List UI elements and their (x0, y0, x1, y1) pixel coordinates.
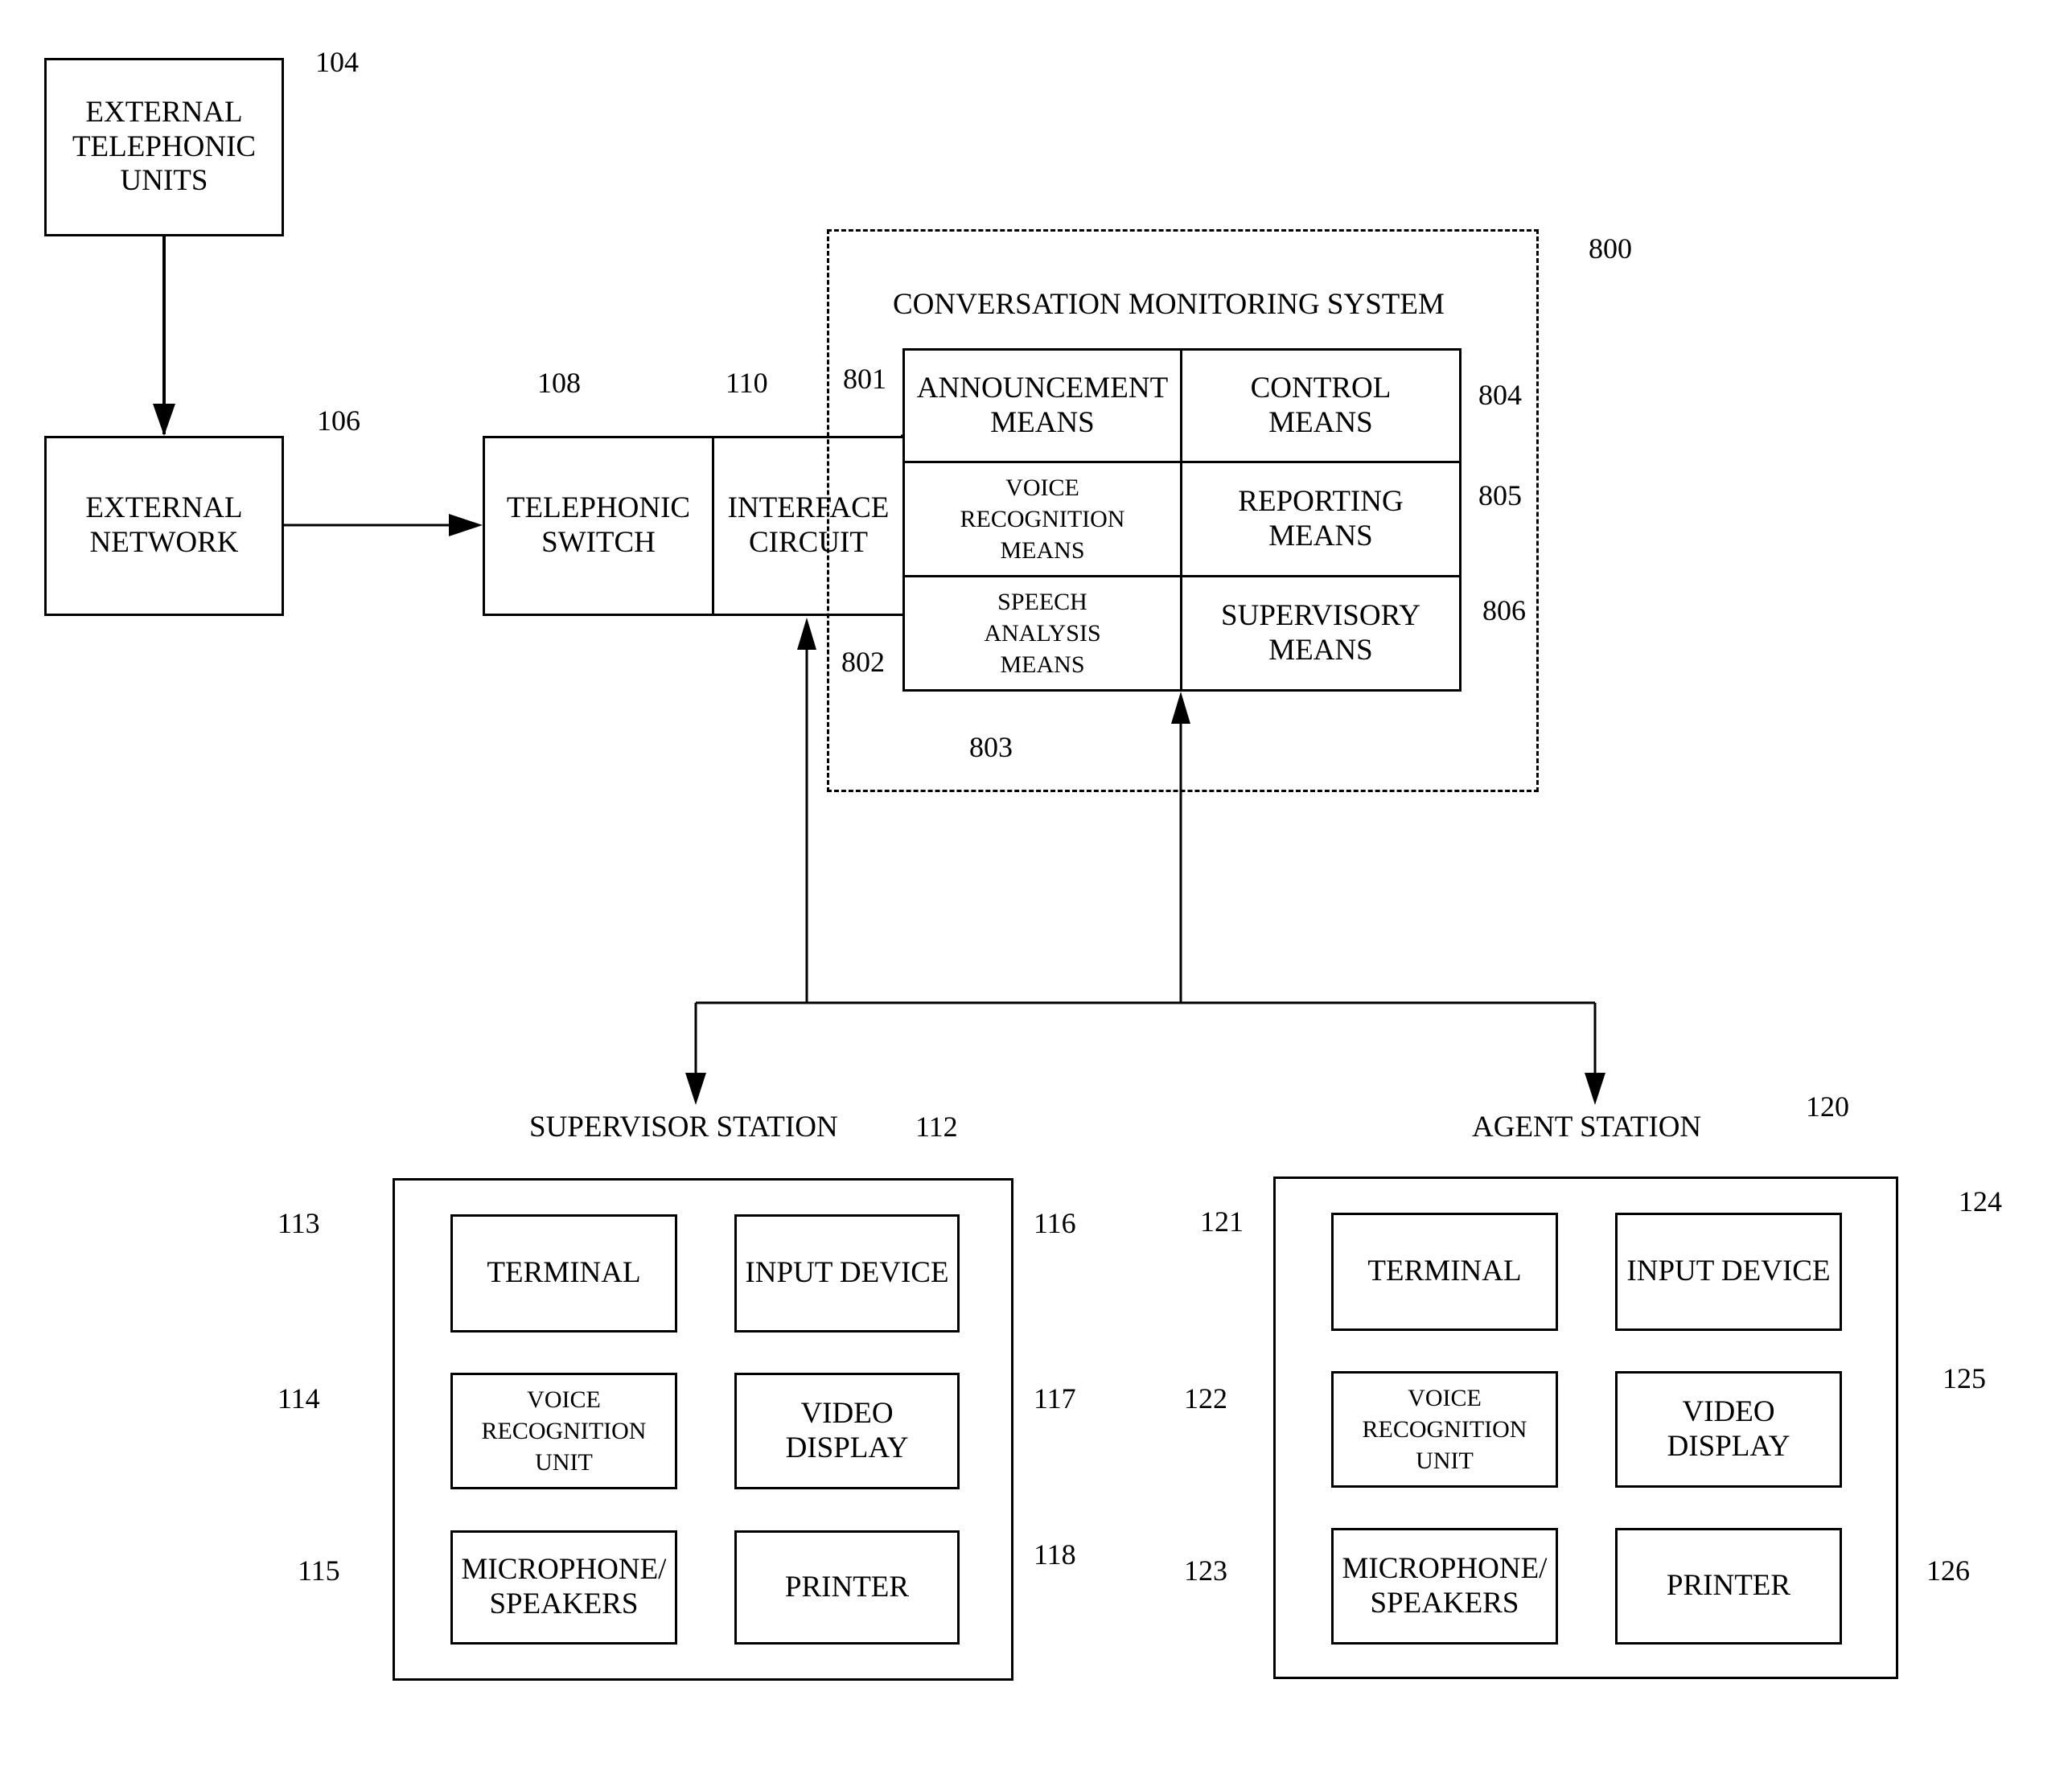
external-telephonic-units-box: EXTERNAL TELEPHONIC UNITS (44, 58, 284, 236)
supervisor-input-device-box: INPUT DEVICE (734, 1214, 960, 1333)
ref-804: 804 (1478, 379, 1522, 411)
supervisor-video-display-box: VIDEO DISPLAY (734, 1373, 960, 1489)
ref-124: 124 (1959, 1185, 2002, 1218)
supervisor-terminal-label: TERMINAL (487, 1256, 641, 1290)
agent-station-title: AGENT STATION (1472, 1111, 1702, 1144)
agent-microphone-label: MICROPHONE/ SPEAKERS (1342, 1551, 1548, 1620)
supervisor-voice-recognition-box: VOICE RECOGNITION UNIT (450, 1373, 677, 1489)
supervisor-printer-box: PRINTER (734, 1530, 960, 1645)
arrowhead (685, 1073, 706, 1105)
voice-recognition-means-label: VOICE RECOGNITION MEANS (960, 474, 1125, 564)
ref-803: 803 (969, 731, 1013, 763)
ref-113: 113 (278, 1207, 320, 1239)
supervisor-video-display-label: VIDEO DISPLAY (785, 1396, 909, 1464)
external-network-box: EXTERNAL NETWORK (44, 436, 284, 616)
ref-104: 104 (315, 46, 359, 78)
telephonic-switch-label: TELEPHONIC SWITCH (506, 491, 691, 559)
speech-analysis-means-box: SPEECH ANALYSIS MEANS (902, 575, 1182, 692)
ref-112: 112 (915, 1111, 958, 1143)
ref-118: 118 (1034, 1538, 1076, 1571)
control-means-label: CONTROL MEANS (1250, 371, 1392, 439)
agent-input-device-box: INPUT DEVICE (1615, 1213, 1842, 1331)
ref-126: 126 (1926, 1554, 1970, 1587)
ref-122: 122 (1184, 1382, 1227, 1415)
ref-125: 125 (1942, 1362, 1986, 1394)
ref-114: 114 (278, 1382, 320, 1415)
ref-806: 806 (1482, 594, 1526, 626)
ref-120: 120 (1806, 1090, 1849, 1123)
supervisor-voice-recognition-label: VOICE RECOGNITION UNIT (481, 1386, 647, 1476)
external-telephonic-units-label: EXTERNAL TELEPHONIC UNITS (72, 96, 257, 198)
ref-108: 108 (537, 367, 581, 399)
ref-800: 800 (1589, 232, 1632, 265)
supervisor-microphone-box: MICROPHONE/ SPEAKERS (450, 1530, 677, 1645)
agent-printer-box: PRINTER (1615, 1528, 1842, 1645)
arrowhead (797, 618, 816, 650)
agent-microphone-box: MICROPHONE/ SPEAKERS (1331, 1528, 1558, 1645)
external-network-label: EXTERNAL NETWORK (85, 491, 243, 559)
diagram-canvas: EXTERNAL TELEPHONIC UNITS 104 EXTERNAL N… (0, 0, 2072, 1774)
supervisor-input-device-label: INPUT DEVICE (745, 1256, 949, 1290)
cms-title: CONVERSATION MONITORING SYSTEM (893, 288, 1445, 321)
ref-115: 115 (298, 1554, 340, 1587)
agent-terminal-box: TERMINAL (1331, 1213, 1558, 1331)
ref-805: 805 (1478, 479, 1522, 511)
arrowhead (153, 404, 175, 436)
ref-116: 116 (1034, 1207, 1076, 1239)
supervisory-means-box: SUPERVISORY MEANS (1180, 575, 1462, 692)
voice-recognition-means-box: VOICE RECOGNITION MEANS (902, 461, 1182, 577)
agent-video-display-label: VIDEO DISPLAY (1667, 1394, 1790, 1463)
announcement-means-box: ANNOUNCEMENT MEANS (902, 348, 1182, 463)
arrowhead (449, 514, 483, 536)
supervisor-printer-label: PRINTER (784, 1570, 910, 1604)
ref-802: 802 (841, 646, 885, 678)
telephonic-switch-box: TELEPHONIC SWITCH (483, 436, 714, 616)
ref-801: 801 (843, 363, 886, 395)
ref-110: 110 (726, 367, 768, 399)
ref-121: 121 (1200, 1205, 1244, 1238)
agent-voice-recognition-box: VOICE RECOGNITION UNIT (1331, 1371, 1558, 1488)
control-means-box: CONTROL MEANS (1180, 348, 1462, 463)
agent-voice-recognition-label: VOICE RECOGNITION UNIT (1362, 1385, 1527, 1474)
supervisor-microphone-label: MICROPHONE/ SPEAKERS (461, 1553, 667, 1620)
supervisor-terminal-box: TERMINAL (450, 1214, 677, 1333)
agent-input-device-label: INPUT DEVICE (1626, 1255, 1831, 1288)
ref-123: 123 (1184, 1554, 1227, 1587)
supervisor-station-title: SUPERVISOR STATION (529, 1111, 838, 1144)
arrowhead (1585, 1073, 1605, 1105)
ref-117: 117 (1034, 1382, 1076, 1415)
agent-video-display-box: VIDEO DISPLAY (1615, 1371, 1842, 1488)
supervisory-means-label: SUPERVISORY MEANS (1221, 598, 1420, 667)
agent-printer-label: PRINTER (1666, 1569, 1791, 1603)
reporting-means-box: REPORTING MEANS (1180, 461, 1462, 577)
ref-106: 106 (317, 404, 360, 437)
announcement-means-label: ANNOUNCEMENT MEANS (916, 371, 1169, 439)
reporting-means-label: REPORTING MEANS (1238, 484, 1404, 552)
agent-terminal-label: TERMINAL (1367, 1255, 1522, 1288)
speech-analysis-means-label: SPEECH ANALYSIS MEANS (984, 589, 1101, 678)
